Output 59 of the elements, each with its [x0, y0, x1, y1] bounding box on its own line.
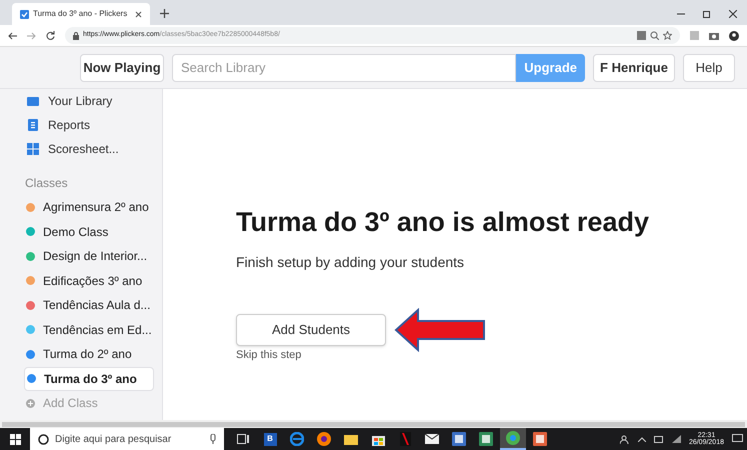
back-icon[interactable]	[8, 32, 17, 40]
lock-icon	[73, 32, 79, 40]
class-item[interactable]: Turma do 3º ano	[24, 366, 154, 391]
new-tab-icon[interactable]	[160, 9, 169, 18]
browser-icon[interactable]	[317, 432, 331, 446]
add-students-button[interactable]: Add Students	[236, 314, 386, 346]
class-item[interactable]: Agrimensura 2º ano	[24, 195, 154, 220]
taskbar-search[interactable]: Digite aqui para pesquisar	[30, 428, 224, 450]
star-icon[interactable]	[663, 31, 672, 40]
close-icon[interactable]	[135, 10, 142, 18]
class-item[interactable]: Tendências em Ed...	[24, 318, 154, 342]
task-view-icon[interactable]	[237, 434, 249, 444]
windows-icon[interactable]	[10, 434, 20, 444]
app-icon[interactable]: B	[264, 432, 276, 446]
sidebar-item[interactable]: Your Library	[26, 89, 154, 113]
sidebar-item[interactable]: Reports	[26, 113, 154, 137]
scrollbar[interactable]	[2, 422, 745, 426]
notification-icon[interactable]	[732, 434, 743, 444]
profile-icon[interactable]	[729, 30, 739, 40]
mail-icon[interactable]	[425, 434, 439, 444]
browser-icon[interactable]	[506, 431, 520, 445]
zoom-icon[interactable]	[650, 31, 659, 40]
sidebar-item[interactable]: Scoresheet...	[26, 137, 154, 161]
battery-icon	[654, 436, 664, 442]
grid-icon	[27, 143, 39, 155]
network-icon[interactable]	[672, 435, 681, 443]
section-heading: Classes	[25, 175, 69, 192]
app-icon[interactable]	[400, 432, 410, 446]
class-item[interactable]: Edificações 3º ano	[24, 268, 154, 293]
browser-tab[interactable]: Turma do 3º ano - Plickers	[12, 3, 150, 25]
class-item[interactable]: Design de Interior...	[24, 244, 154, 268]
restore-icon[interactable]	[703, 10, 711, 18]
document-icon[interactable]	[479, 432, 493, 446]
help-button[interactable]: Help	[683, 54, 735, 82]
close-icon[interactable]	[729, 10, 737, 18]
camera-icon[interactable]	[709, 31, 719, 40]
account-button[interactable]: F Henrique	[593, 54, 675, 82]
class-item[interactable]: Tendências Aula d...	[24, 293, 154, 318]
search-field[interactable]: Search Library	[172, 54, 516, 82]
class-item[interactable]: Demo Class	[24, 220, 154, 244]
chevron-up-icon[interactable]	[638, 436, 646, 442]
now-playing-button[interactable]: Now Playing	[80, 54, 164, 82]
page-title: Turma do 3º ano is almost ready	[236, 209, 649, 236]
document-icon	[28, 119, 38, 131]
page-subtitle: Finish setup by adding your students	[236, 253, 464, 272]
document-icon[interactable]	[533, 432, 547, 446]
circle-icon	[38, 434, 49, 444]
microphone-icon[interactable]	[210, 434, 216, 444]
people-icon[interactable]	[620, 434, 630, 444]
folder-icon	[27, 96, 39, 106]
class-item[interactable]: Turma do 2º ano	[24, 342, 154, 366]
reload-icon[interactable]	[46, 31, 55, 40]
checkbox-icon	[20, 10, 29, 18]
document-icon[interactable]	[452, 432, 466, 446]
arrow-icon	[394, 308, 486, 352]
browser-icon[interactable]	[290, 432, 304, 446]
skip-link[interactable]: Skip this step	[236, 347, 302, 364]
folder-icon[interactable]	[344, 434, 358, 444]
tab-title: Turma do 3º ano - Plickers	[33, 8, 128, 20]
